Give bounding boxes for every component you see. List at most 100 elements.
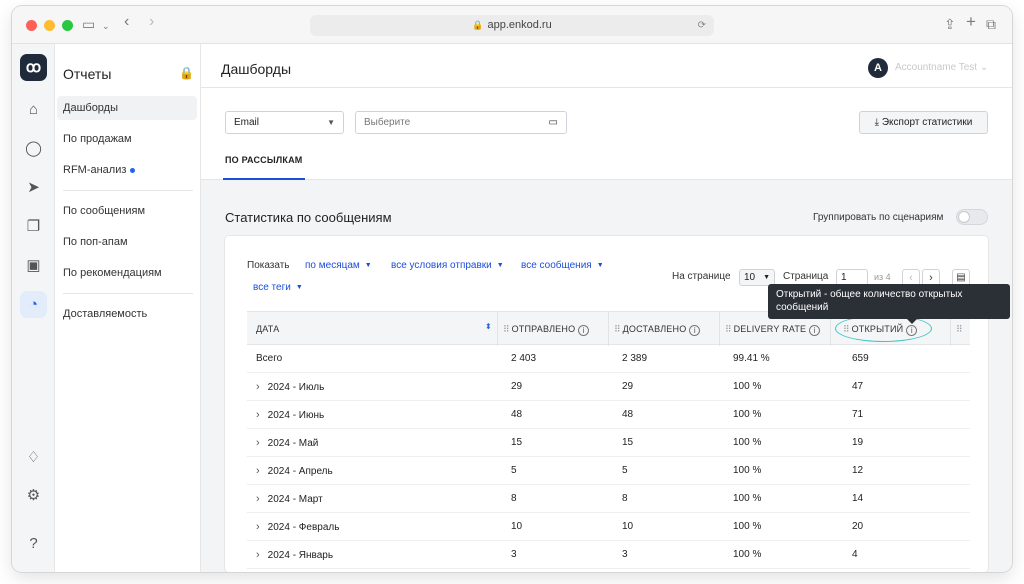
chevron-right-icon[interactable]: › [256, 549, 260, 561]
chevron-down-icon[interactable]: ⌄ [102, 18, 110, 34]
user-menu[interactable]: Accountname Test ⌄ [895, 62, 988, 73]
address-bar[interactable]: 🔒 app.enkod.ru ⟳ [310, 15, 714, 36]
sidebar-item-sales[interactable]: По продажам [63, 133, 132, 145]
table-row[interactable]: › 2024 - Май 15 15 100 % 19 [247, 429, 970, 457]
back-icon[interactable]: ‹ [124, 14, 129, 30]
column-separator [719, 312, 720, 346]
show-label: Показать [247, 260, 290, 271]
chevron-right-icon[interactable]: › [256, 493, 260, 505]
home-icon[interactable]: ⌂ [20, 96, 47, 123]
date-value: 2024 - Апрель [267, 466, 333, 477]
rate-cell: 100 % [733, 465, 762, 476]
page-title: Дашборды [221, 61, 291, 77]
date-range-input[interactable]: Выберите ▭ [355, 111, 567, 134]
sort-icon[interactable]: ⬍ [485, 322, 492, 331]
chart-pie-icon[interactable]: ◔ [20, 291, 47, 318]
sidebar-item-deliverability[interactable]: Доставляемость [63, 308, 147, 320]
minimize-window-button[interactable] [44, 20, 55, 31]
page-number-value: 1 [841, 272, 847, 283]
tabs-overview-icon[interactable]: ⧉ [986, 16, 996, 32]
avatar[interactable]: A [868, 58, 888, 78]
chevron-right-icon[interactable]: › [256, 521, 260, 533]
table-row[interactable]: › 2024 - Июль 29 29 100 % 47 [247, 373, 970, 401]
share-icon[interactable]: ⇪ [944, 16, 956, 32]
date-cell: › 2024 - Январь [256, 549, 333, 561]
table-row[interactable]: › 2024 - Январь 3 3 100 % 4 [247, 541, 970, 569]
tags-dropdown[interactable]: все теги ▼ [253, 282, 303, 293]
delivered-cell: 10 [622, 521, 634, 532]
drag-handle-icon[interactable]: ⠿ [614, 324, 621, 334]
channel-select[interactable]: Email ▼ [225, 111, 344, 134]
date-cell: › 2024 - Июль [256, 381, 324, 393]
caret-down-icon: ▼ [763, 274, 770, 281]
channel-value: Email [234, 117, 260, 128]
column-header-delivered[interactable]: ⠿ ДОСТАВЛЕНО i [614, 324, 701, 336]
table-row[interactable]: › 2024 - Апрель 5 5 100 % 12 [247, 457, 970, 485]
column-separator [608, 312, 609, 346]
drag-handle-icon[interactable]: ⠿ [956, 324, 965, 335]
new-tab-icon[interactable]: + [966, 13, 976, 30]
bag-icon[interactable]: ▣ [20, 252, 47, 279]
sidebar-item-popups[interactable]: По поп-апам [63, 236, 128, 248]
sidebar-item-rfm[interactable]: RFM-анализ [63, 164, 136, 176]
browser-window: ▭ ⌄ ‹ › 🔒 app.enkod.ru ⟳ ⇪ + ⧉ ꝏ ⌂ ◯ ➤ ❐ … [12, 6, 1012, 572]
lock-icon: 🔒 [472, 20, 484, 30]
export-button[interactable]: ⤓ Экспорт статистики [859, 111, 988, 134]
delivered-cell: 5 [622, 465, 628, 476]
group-by-scenarios-toggle[interactable] [956, 209, 988, 225]
per-page-label: На странице [672, 271, 731, 282]
drag-handle-icon[interactable]: ⠿ [503, 324, 510, 334]
calendar-icon: ▭ [548, 117, 558, 128]
column-header-sent[interactable]: ⠿ ОТПРАВЛЕНО i [503, 324, 590, 336]
main-content: Дашборды A Accountname Test ⌄ Email ▼ Вы… [201, 44, 1012, 572]
caret-down-icon: ▼ [596, 262, 604, 269]
gear-icon[interactable]: ⚙ [20, 482, 47, 509]
opens-cell: 12 [852, 465, 864, 476]
table-row[interactable]: › 2024 - Февраль 10 10 100 % 20 [247, 513, 970, 541]
info-icon[interactable]: i [689, 325, 701, 336]
period-dropdown[interactable]: по месяцам ▼ [305, 260, 372, 271]
lock-icon[interactable]: 🔒 [179, 66, 194, 80]
chevron-right-icon[interactable]: › [256, 409, 260, 421]
filter-panel: Email ▼ Выберите ▭ ⤓ Экспорт статистики … [201, 88, 1012, 180]
close-window-button[interactable] [26, 20, 37, 31]
sent-cell: 10 [511, 521, 523, 532]
sidebar-toggle-icon[interactable]: ▭ [82, 16, 95, 32]
delivered-cell: 8 [622, 493, 628, 504]
sidebar-item-messages[interactable]: По сообщениям [63, 205, 145, 217]
sent-cell: 29 [511, 381, 523, 392]
info-icon[interactable]: i [578, 325, 590, 336]
column-header-date[interactable]: ДАТА [256, 324, 279, 334]
send-icon[interactable]: ➤ [20, 174, 47, 201]
date-value: 2024 - Январь [267, 550, 334, 561]
info-icon[interactable]: i [809, 325, 821, 336]
chevron-right-icon[interactable]: › [256, 465, 260, 477]
table-row[interactable]: › 2024 - Март 8 8 100 % 14 [247, 485, 970, 513]
zoom-window-button[interactable] [62, 20, 73, 31]
messages-icon[interactable]: ❐ [20, 213, 47, 240]
chevron-right-icon[interactable]: › [256, 381, 260, 393]
rate-cell: 100 % [733, 437, 762, 448]
tab-by-campaigns[interactable]: ПО РАССЫЛКАМ [225, 155, 302, 165]
drag-handle-icon[interactable]: ⠿ [725, 324, 732, 334]
reload-icon[interactable]: ⟳ [698, 15, 706, 36]
sidebar-item-recommendations[interactable]: По рекомендациям [63, 267, 162, 279]
bell-icon[interactable]: ♢ [20, 444, 47, 471]
send-conditions-dropdown[interactable]: все условия отправки ▼ [391, 260, 504, 271]
window-controls [26, 20, 73, 31]
tooltip-arrow [907, 319, 917, 324]
help-icon[interactable]: ? [20, 530, 47, 557]
sidebar-item-dashboards[interactable]: Дашборды [57, 96, 197, 120]
messages-dropdown[interactable]: все сообщения ▼ [521, 260, 604, 271]
app-logo[interactable]: ꝏ [20, 54, 47, 81]
group-by-scenarios-label: Группировать по сценариям [813, 212, 944, 223]
user-icon[interactable]: ◯ [20, 135, 47, 162]
column-header-delivery-rate[interactable]: ⠿ DELIVERY RATE i [725, 324, 821, 336]
rate-cell: 100 % [733, 381, 762, 392]
reports-sidebar: Отчеты 🔒 Дашборды По продажам RFM-анализ… [55, 44, 201, 572]
opens-cell: 659 [852, 353, 869, 364]
forward-icon[interactable]: › [149, 14, 154, 30]
table-row[interactable]: › 2024 - Июнь 48 48 100 % 71 [247, 401, 970, 429]
sidebar-title: Отчеты [63, 66, 112, 82]
chevron-right-icon[interactable]: › [256, 437, 260, 449]
